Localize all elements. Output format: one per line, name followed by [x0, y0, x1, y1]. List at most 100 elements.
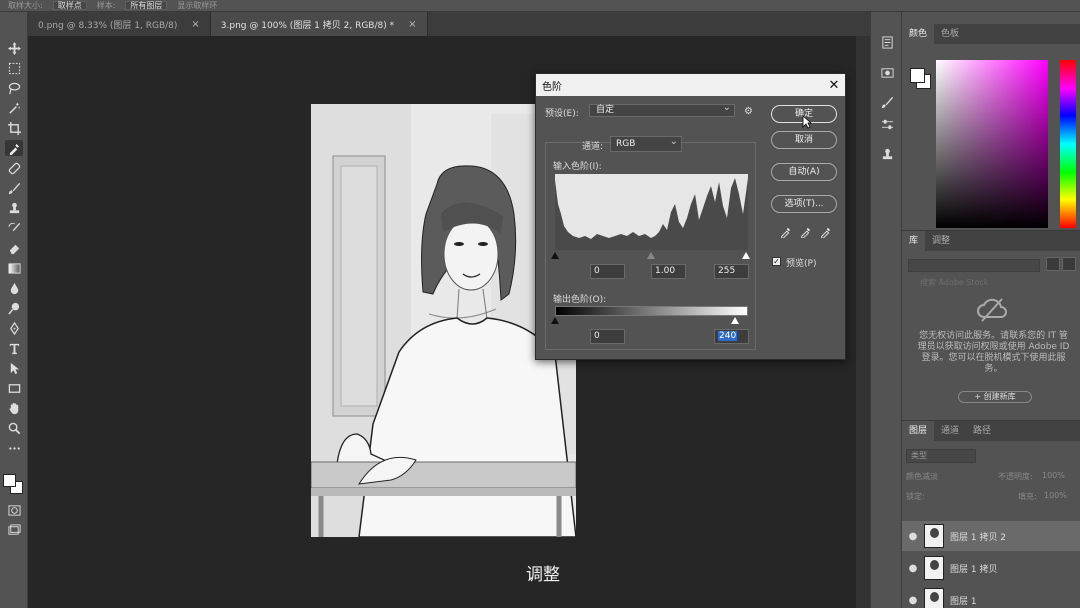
lasso-tool-icon[interactable] — [5, 80, 23, 96]
input-white-field[interactable]: 255 — [714, 264, 749, 279]
preview-checkbox[interactable]: ✓ — [772, 257, 781, 266]
layer-name: 图层 1 拷贝 2 — [950, 532, 1007, 543]
preset-select[interactable]: 自定 — [589, 102, 735, 117]
sample-size-select[interactable]: 取样点 — [52, 1, 87, 10]
tab-libraries[interactable]: 库 — [902, 231, 926, 251]
histogram — [555, 174, 748, 250]
input-gamma-slider[interactable] — [647, 252, 655, 259]
output-white-slider[interactable] — [731, 317, 739, 324]
path-selection-tool-icon[interactable] — [5, 360, 23, 376]
brush-tool-icon[interactable] — [5, 180, 23, 196]
blur-tool-icon[interactable] — [5, 280, 23, 296]
layer-row[interactable]: ● 图层 1 拷贝 — [902, 553, 1080, 583]
gray-point-eyedropper-icon[interactable] — [800, 226, 812, 238]
video-caption: 调整 — [526, 565, 560, 585]
layer-name: 图层 1 — [950, 596, 977, 607]
marquee-tool-icon[interactable] — [5, 60, 23, 76]
output-black-field[interactable]: 0 — [590, 329, 625, 344]
crop-tool-icon[interactable] — [5, 120, 23, 136]
auto-button[interactable]: 自动(A) — [771, 163, 837, 181]
preview-label: 预览(P) — [786, 259, 817, 269]
fill-value[interactable]: 100% — [1044, 491, 1067, 500]
input-black-slider[interactable] — [551, 252, 559, 259]
fill-label: 填充: — [1018, 492, 1037, 501]
foreground-color-swatch[interactable] — [3, 474, 16, 487]
history-brush-tool-icon[interactable] — [5, 220, 23, 236]
sample-label: 样本: — [96, 1, 116, 10]
output-white-field[interactable]: 240 — [714, 329, 749, 344]
close-icon[interactable]: × — [191, 19, 199, 30]
dodge-tool-icon[interactable] — [5, 300, 23, 316]
brush-panel-icon[interactable] — [879, 94, 895, 110]
eyedropper-tool-icon[interactable] — [5, 140, 23, 156]
zoom-tool-icon[interactable] — [5, 420, 23, 436]
tab-adjustments[interactable]: 调整 — [925, 231, 957, 251]
layers-panel: 图层 通道 路径 类型 颜色减淡 不透明度: 100% 锁定: 填充: 100%… — [902, 420, 1080, 608]
tab-document-3[interactable]: 3.png @ 100% (图层 1 拷贝 2, RGB/8) * × — [210, 12, 428, 36]
opacity-label: 不透明度: — [998, 472, 1033, 481]
input-black-field[interactable]: 0 — [590, 264, 625, 279]
layer-thumbnail — [924, 524, 944, 548]
color-field[interactable] — [936, 60, 1048, 228]
opacity-value[interactable]: 100% — [1042, 471, 1065, 480]
list-view-icon[interactable] — [1062, 257, 1076, 271]
cancel-button[interactable]: 取消 — [771, 131, 837, 149]
magic-wand-tool-icon[interactable] — [5, 100, 23, 116]
eye-icon[interactable]: ● — [902, 531, 924, 542]
foreground-color-swatch[interactable] — [910, 68, 925, 83]
stamp-tool-icon[interactable] — [5, 200, 23, 216]
foreground-background-swatches[interactable] — [3, 474, 25, 496]
channel-select[interactable]: RGB — [610, 135, 682, 152]
properties-panel-icon[interactable] — [879, 64, 895, 80]
layer-row[interactable]: ● 图层 1 拷贝 2 — [902, 521, 1080, 551]
close-icon[interactable]: ✕ — [823, 78, 845, 93]
rectangle-tool-icon[interactable] — [5, 380, 23, 396]
healing-brush-tool-icon[interactable] — [5, 160, 23, 176]
lock-label: 锁定: — [906, 492, 925, 501]
hand-tool-icon[interactable] — [5, 400, 23, 416]
move-tool-icon[interactable] — [5, 40, 23, 56]
hue-slider[interactable] — [1060, 60, 1076, 228]
screen-mode-icon[interactable] — [5, 522, 23, 538]
show-ring-checkbox[interactable]: 显示取样环 — [177, 0, 217, 11]
black-point-eyedropper-icon[interactable] — [780, 226, 792, 238]
input-levels-label: 输入色阶(I): — [553, 162, 602, 172]
more-tools-icon[interactable] — [5, 440, 23, 456]
tab-swatches[interactable]: 色板 — [934, 24, 966, 44]
layer-row[interactable]: ● 图层 1 — [902, 585, 1080, 608]
tab-layers[interactable]: 图层 — [902, 421, 935, 441]
input-white-slider[interactable] — [742, 252, 750, 259]
output-white-value: 240 — [718, 331, 738, 341]
stock-search-input[interactable]: 搜索 Adobe Stock — [908, 277, 1074, 290]
dialog-titlebar[interactable]: 色阶 ✕ — [536, 74, 845, 96]
clone-source-panel-icon[interactable] — [879, 146, 895, 162]
grid-view-icon[interactable] — [1046, 257, 1060, 271]
output-gradient — [555, 306, 748, 316]
vertical-scrollbar[interactable] — [856, 36, 870, 608]
eye-icon[interactable]: ● — [902, 563, 924, 574]
pen-tool-icon[interactable] — [5, 320, 23, 336]
quick-mask-icon[interactable] — [5, 502, 23, 518]
adjustments-sliders-icon[interactable] — [879, 116, 895, 132]
tab-channels[interactable]: 通道 — [934, 421, 966, 441]
eye-icon[interactable]: ● — [902, 595, 924, 606]
gear-icon[interactable]: ⚙ — [744, 106, 753, 117]
white-point-eyedropper-icon[interactable] — [820, 226, 832, 238]
gradient-tool-icon[interactable] — [5, 260, 23, 276]
options-button[interactable]: 选项(T)... — [771, 195, 837, 213]
close-icon[interactable]: × — [408, 19, 416, 30]
library-select[interactable] — [908, 259, 1040, 272]
tab-paths[interactable]: 路径 — [966, 421, 998, 441]
tab-color[interactable]: 颜色 — [902, 24, 935, 44]
eraser-tool-icon[interactable] — [5, 240, 23, 256]
history-panel-icon[interactable] — [879, 34, 895, 50]
tab-document-0[interactable]: 0.png @ 8.33% (图层 1, RGB/8) × — [28, 12, 211, 36]
layer-filter-select[interactable]: 类型 — [906, 449, 976, 463]
options-bar: 取样大小: 取样点 样本: 所有图层 显示取样环 — [0, 0, 1080, 12]
type-tool-icon[interactable] — [5, 340, 23, 356]
sample-select[interactable]: 所有图层 — [125, 1, 168, 10]
output-black-slider[interactable] — [551, 317, 559, 324]
input-gamma-field[interactable]: 1.00 — [651, 264, 686, 279]
blend-mode-select[interactable]: 颜色减淡 — [906, 472, 938, 481]
create-library-button[interactable]: + 创建新库 — [958, 391, 1032, 403]
